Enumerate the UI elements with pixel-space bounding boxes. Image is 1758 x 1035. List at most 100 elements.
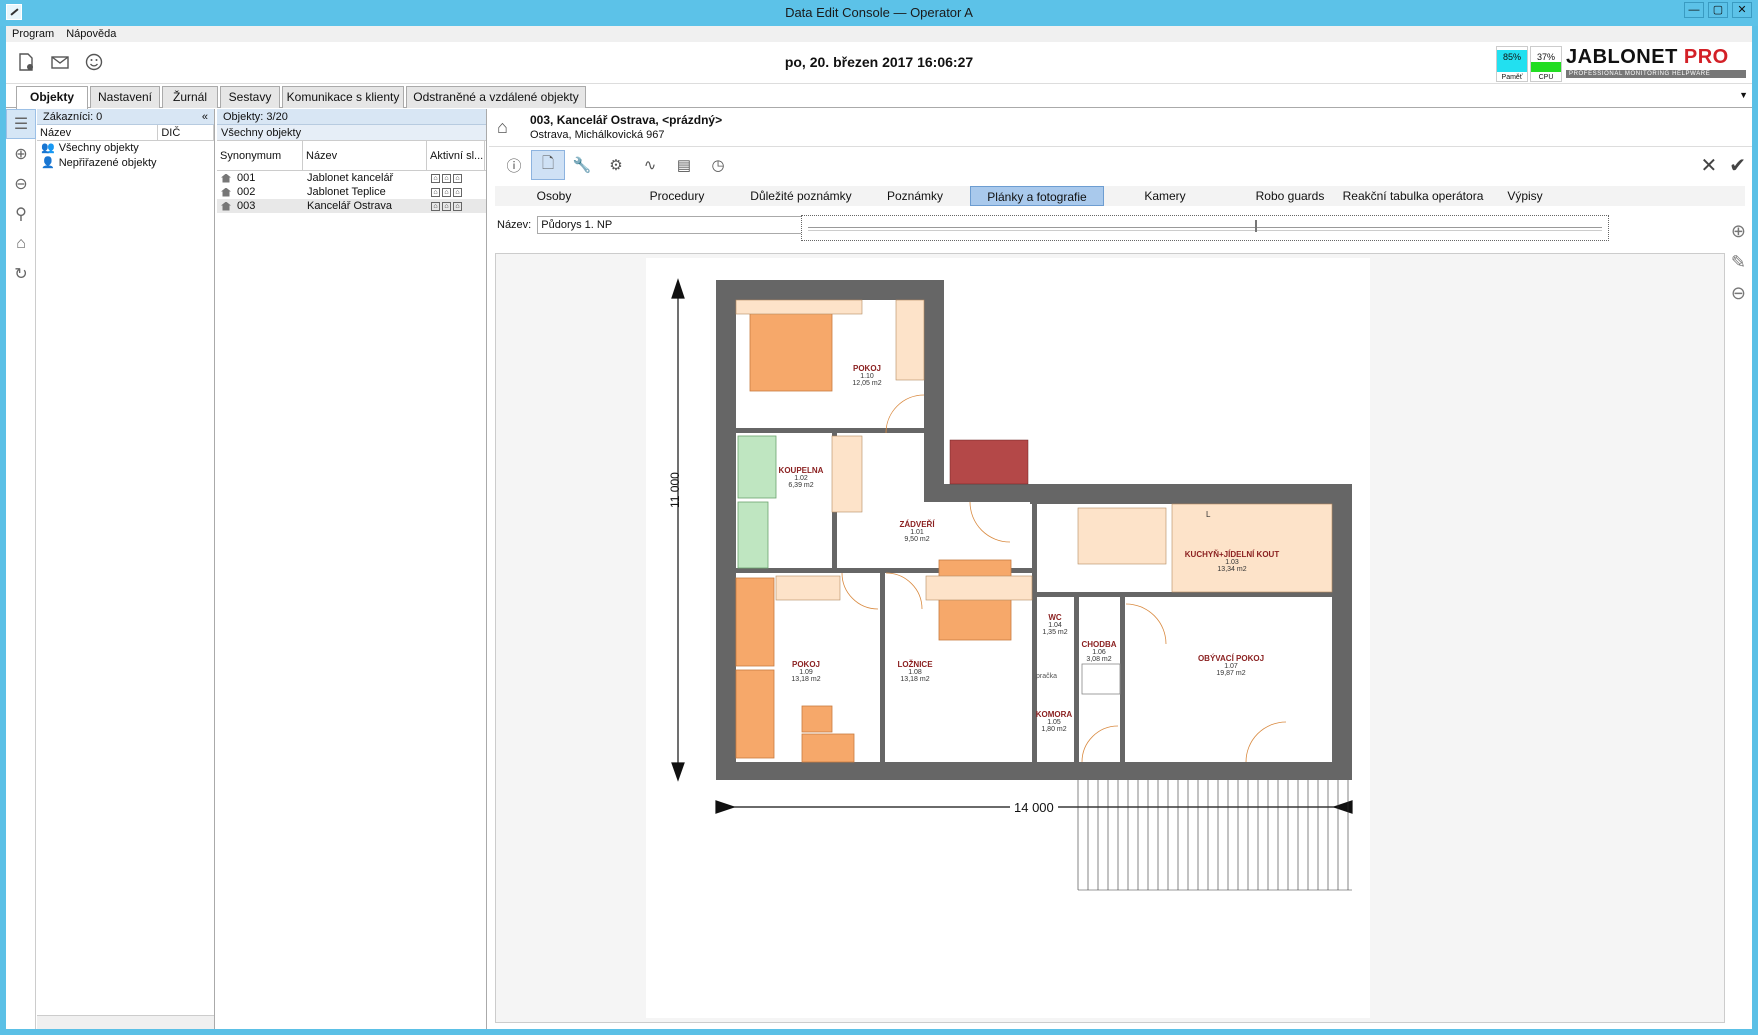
room-label: KOMORA 1.05 1,80 m2 (1032, 710, 1076, 733)
search-icon[interactable]: ⚲ (6, 199, 36, 229)
collapse-button[interactable]: « (202, 109, 208, 125)
lock-icon: ⌂ (442, 173, 451, 183)
tab-odstranene[interactable]: Odstraněné a vzdálené objekty (406, 86, 586, 108)
settings-icon[interactable]: ⚙ (599, 150, 633, 180)
tabs-dropdown-icon[interactable]: ▼ (1739, 90, 1748, 100)
room-area: 1,35 m2 (1042, 629, 1068, 636)
waveform-icon[interactable]: ∿ (633, 150, 667, 180)
detail-toolbar: ⓘ 🗋 🔧 ⚙ ∿ ▤ ◷ (497, 150, 735, 180)
room-code: 1.07 (1224, 663, 1238, 670)
room-code: 1.02 (794, 475, 808, 482)
document-search-icon[interactable]: 🗋 (531, 150, 565, 180)
remove-icon[interactable]: ⊖ (6, 169, 36, 199)
plan-select[interactable]: Půdorys 1. NP (537, 216, 834, 234)
subtab-planky-fotografie[interactable]: Plánky a fotografie (970, 186, 1104, 206)
wrench-icon[interactable]: 🔧 (565, 150, 599, 180)
floor-plan-sheet: 11 000 14 000 POKOJ 1.10 12,05 m2 KOUPEL… (646, 258, 1370, 1018)
tab-komunikace[interactable]: Komunikace s klienty (282, 86, 404, 108)
subtab-osoby[interactable]: Osoby (499, 186, 609, 206)
info-icon[interactable]: ⓘ (497, 150, 531, 180)
edit-plan-icon[interactable]: ✎ (1731, 252, 1746, 273)
column-object-name[interactable]: Název (303, 141, 427, 170)
tree-item-label: Nepřiřazené objekty (58, 157, 157, 169)
cancel-icon[interactable]: ✕ (1700, 153, 1717, 178)
report-icon[interactable]: ▤ (667, 150, 701, 180)
add-icon[interactable]: ⊕ (6, 139, 36, 169)
tab-zurnal[interactable]: Žurnál (162, 86, 218, 108)
plan-name-row: Název: Půdorys 1. NP (497, 213, 834, 237)
room-name: KUCHYŇ+JÍDELNÍ KOUT (1184, 550, 1280, 559)
detail-subtabs: Osoby Procedury Důležité poznámky Poznám… (495, 186, 1745, 206)
subtab-procedury[interactable]: Procedury (617, 186, 737, 206)
lock-icon: ⌂ (453, 173, 462, 183)
confirm-icon[interactable]: ✔ (1729, 153, 1746, 178)
room-name: CHODBA (1081, 640, 1117, 649)
subtab-dulezite-poznamky[interactable]: Důležité poznámky (741, 186, 861, 206)
objects-filter[interactable]: Všechny objekty (217, 125, 486, 141)
main-tabs: Objekty Nastavení Žurnál Sestavy Komunik… (6, 84, 1752, 109)
room-area: 12,05 m2 (852, 380, 882, 387)
menu-program[interactable]: Program (12, 28, 54, 40)
room-code: 1.01 (910, 529, 924, 536)
column-dic[interactable]: DIČ (158, 125, 214, 140)
horizontal-scrollbar[interactable] (37, 1015, 214, 1029)
room-code: 1.06 (1092, 649, 1106, 656)
room-label: POKOJ 1.10 12,05 m2 (847, 364, 887, 387)
subtab-reakcni-tabulka[interactable]: Reakční tabulka operátora (1325, 186, 1501, 206)
subtab-kamery[interactable]: Kamery (1115, 186, 1215, 206)
lock-icon: ⌂ (442, 187, 451, 197)
home-icon: ⌂ (497, 117, 508, 137)
tab-sestavy[interactable]: Sestavy (220, 86, 280, 108)
table-row[interactable]: 002 Jablonet Teplice ⌂ ⌂ ⌂ (217, 185, 486, 199)
room-name: ZÁDVEŘÍ (899, 520, 935, 529)
room-label: ZÁDVEŘÍ 1.01 9,50 m2 (892, 520, 942, 543)
datetime-display: po, 20. březen 2017 16:06:27 (784, 54, 974, 70)
menu-help[interactable]: Nápověda (66, 28, 116, 40)
column-active[interactable]: Aktivní sl... (427, 141, 485, 170)
column-name[interactable]: Název (37, 125, 159, 140)
maximize-button[interactable]: ▢ (1708, 2, 1728, 18)
tab-nastaveni[interactable]: Nastavení (90, 86, 160, 108)
memory-label: Paměť (1501, 74, 1523, 81)
cpu-label: CPU (1538, 74, 1554, 81)
remove-plan-icon[interactable]: ⊖ (1731, 283, 1746, 304)
house-icon (221, 173, 231, 183)
menu-bar: Program Nápověda (6, 26, 1752, 42)
room-label: LOŽNICE 1.08 13,18 m2 (892, 660, 938, 683)
refresh-icon[interactable]: ↻ (6, 259, 36, 289)
list-view-icon[interactable]: ☰ (6, 109, 36, 139)
table-row[interactable]: 001 Jablonet kancelář ⌂ ⌂ ⌂ (217, 171, 486, 185)
brand-suffix: PRO (1683, 46, 1729, 68)
tree-item-all[interactable]: 👥 Všechny objekty (37, 141, 214, 156)
plan-canvas[interactable]: 11 000 14 000 POKOJ 1.10 12,05 m2 KOUPEL… (495, 253, 1725, 1023)
customers-count: Zákazníci: 0 (43, 111, 103, 123)
lock-icon: ⌂ (431, 173, 440, 183)
subtab-poznamky[interactable]: Poznámky (865, 186, 965, 206)
room-area: 6,39 m2 (788, 482, 814, 489)
room-area: 19,87 m2 (1216, 670, 1246, 677)
room-area: 1,80 m2 (1041, 726, 1067, 733)
room-name: POKOJ (852, 364, 881, 373)
house-lock-icon[interactable]: ⌂ (6, 229, 36, 259)
zoom-slider[interactable] (801, 215, 1609, 241)
room-area: 13,18 m2 (900, 676, 930, 683)
close-button[interactable]: ✕ (1732, 2, 1752, 18)
add-plan-icon[interactable]: ⊕ (1731, 221, 1746, 242)
tree-item-unassigned[interactable]: 👤 Nepřiřazené objekty (37, 156, 214, 171)
window-controls: — ▢ ✕ (1684, 2, 1752, 18)
left-tool-rail: ☰ ⊕ ⊖ ⚲ ⌂ ↻ (6, 109, 36, 1029)
minimize-button[interactable]: — (1684, 2, 1704, 18)
room-name: POKOJ (791, 660, 820, 669)
top-toolbar: po, 20. březen 2017 16:06:27 85% Paměť 3… (6, 42, 1752, 84)
room-label: KUCHYŇ+JÍDELNÍ KOUT 1.03 13,34 m2 (1176, 550, 1288, 573)
lock-icon: ⌂ (431, 201, 440, 211)
objects-columns: Synonymum Název Aktivní sl... (217, 141, 486, 171)
house-icon (221, 201, 231, 211)
column-synonym[interactable]: Synonymum (217, 141, 303, 170)
table-row[interactable]: 003 Kancelář Ostrava ⌂ ⌂ ⌂ (217, 199, 486, 213)
lock-icon: ⌂ (431, 187, 440, 197)
subtab-vypisy[interactable]: Výpisy (1495, 186, 1555, 206)
tab-objekty[interactable]: Objekty (16, 86, 88, 109)
slider-thumb[interactable] (1255, 220, 1257, 232)
history-icon[interactable]: ◷ (701, 150, 735, 180)
